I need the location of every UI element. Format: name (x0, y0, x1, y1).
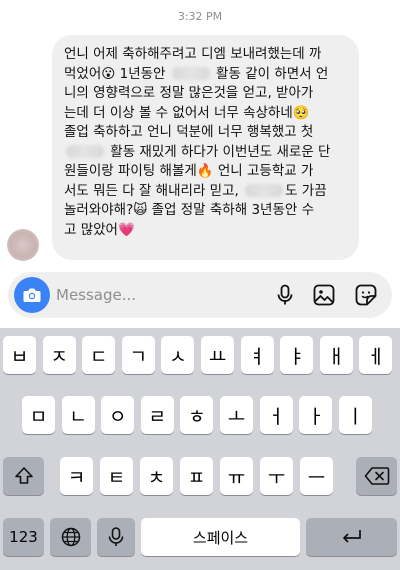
key-row1-4[interactable]: ㅅ (161, 336, 195, 374)
message-text: 서도 뭐든 다 잘 해내리라 믿고, (64, 182, 244, 199)
key-row1-5[interactable]: ㅛ (201, 336, 234, 374)
key-row3-1[interactable]: ㅌ (100, 457, 133, 495)
message-line: 먹었어😮 1년동안 활동 같이 하면서 언 (64, 65, 349, 85)
redacted-text (245, 183, 284, 197)
message-line: 고 많았어💗 (64, 221, 349, 241)
sticker-icon[interactable] (354, 283, 378, 307)
numbers-key[interactable]: 123 (3, 518, 44, 556)
key-row2-6[interactable]: ㅓ (259, 396, 293, 434)
message-text: 먹었어😮 1년동안 (64, 65, 170, 82)
globe-icon (61, 527, 80, 547)
message-composer (8, 272, 392, 318)
key-row1-1[interactable]: ㅈ (42, 336, 76, 374)
key-row3-2[interactable]: ㅊ (140, 457, 173, 495)
redacted-text (171, 66, 210, 80)
message-text: 는데 더 이상 볼 수 없어서 너무 속상하네🥺 (64, 104, 310, 121)
key-row2-4[interactable]: ㅎ (180, 396, 214, 434)
key-row1-8[interactable]: ㅐ (319, 336, 353, 374)
message-line: 활동 재밌게 하다가 이번년도 새로운 단 (64, 143, 349, 163)
key-row2-1[interactable]: ㄴ (61, 396, 95, 434)
key-row1-3[interactable]: ㄱ (121, 336, 155, 374)
key-row1-0[interactable]: ㅂ (3, 336, 36, 374)
message-line: 원들이랑 파이팅 해볼게🔥 언니 고등학교 가 (64, 162, 349, 182)
microphone-icon (108, 527, 124, 546)
keyboard: 123 스페이스 ㅂㅈㄷㄱㅅㅛㅕㅑㅐㅔㅁㄴㅇㄹㅎㅗㅓㅏㅣㅋㅌㅊㅍㅠㅜㅡ (0, 328, 400, 570)
sender-avatar[interactable] (7, 229, 39, 261)
key-row2-7[interactable]: ㅏ (299, 396, 333, 434)
message-text: 고 많았어💗 (64, 221, 135, 238)
key-row2-8[interactable]: ㅣ (338, 396, 372, 434)
key-row1-6[interactable]: ㅕ (240, 336, 274, 374)
message-line: 언니 어제 축하해주려고 디엠 보내려했는데 까 (64, 45, 349, 65)
key-row3-5[interactable]: ㅜ (260, 457, 293, 495)
key-row3-0[interactable]: ㅋ (60, 457, 93, 495)
globe-key[interactable] (50, 518, 91, 556)
camera-icon (23, 288, 41, 302)
microphone-icon[interactable] (273, 283, 297, 307)
key-row1-9[interactable]: ㅔ (359, 336, 393, 374)
dictation-key[interactable] (97, 518, 135, 556)
message-line: 놀러와야해?🙀 졸업 정말 축하해 3년동안 수 (64, 201, 349, 221)
message-bubble[interactable]: 언니 어제 축하해주려고 디엠 보내려했는데 까먹었어😮 1년동안 활동 같이 … (52, 35, 359, 260)
message-text: 니의 영향력으로 정말 많은것을 얻고, 받아가 (64, 85, 314, 101)
chat-thread: 3:32 PM 언니 어제 축하해주려고 디엠 보내려했는데 까먹었어😮 1년동… (0, 0, 400, 270)
image-icon[interactable] (312, 283, 336, 307)
message-line: 니의 영향력으로 정말 많은것을 얻고, 받아가 (64, 84, 349, 104)
key-row2-5[interactable]: ㅗ (220, 396, 253, 434)
message-text: 활동 재밌게 하다가 이번년도 새로운 단 (106, 143, 331, 160)
camera-button[interactable] (14, 277, 50, 313)
delete-key[interactable] (356, 457, 397, 495)
return-key[interactable] (306, 518, 397, 556)
message-line: 서도 뭐든 다 잘 해내리라 믿고, 도 가끔 (64, 182, 349, 202)
message-input[interactable] (56, 272, 256, 318)
message-text: 놀러와야해?🙀 졸업 정말 축하해 3년동안 수 (64, 202, 315, 218)
message-timestamp: 3:32 PM (177, 10, 223, 23)
key-row2-2[interactable]: ㅇ (101, 396, 135, 434)
key-row1-2[interactable]: ㄷ (82, 336, 116, 374)
key-row3-6[interactable]: ㅡ (300, 457, 333, 495)
message-text: 졸업 축하하고 언니 덕분에 너무 행복했고 첫 (64, 124, 314, 140)
space-key[interactable]: 스페이스 (141, 518, 300, 556)
message-text: 활동 같이 하면서 언 (211, 65, 329, 82)
key-row2-3[interactable]: ㄹ (140, 396, 174, 434)
redacted-text (66, 144, 104, 158)
message-text: 원들이랑 파이팅 해볼게🔥 언니 고등학교 가 (64, 163, 314, 179)
message-text: 언니 어제 축하해주려고 디엠 보내려했는데 까 (64, 46, 322, 62)
shift-key[interactable] (3, 457, 44, 495)
message-text: 도 가끔 (285, 182, 327, 199)
key-row1-7[interactable]: ㅑ (280, 336, 314, 374)
shift-icon (14, 467, 33, 484)
delete-icon (364, 467, 389, 485)
key-row2-0[interactable]: ㅁ (22, 396, 55, 434)
message-line: 졸업 축하하고 언니 덕분에 너무 행복했고 첫 (64, 123, 349, 143)
key-row3-3[interactable]: ㅍ (180, 457, 213, 495)
return-icon (342, 530, 361, 543)
key-row3-4[interactable]: ㅠ (220, 457, 253, 495)
message-line: 는데 더 이상 볼 수 없어서 너무 속상하네🥺 (64, 104, 349, 124)
